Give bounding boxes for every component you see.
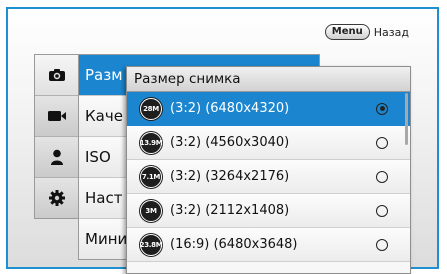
tab-video[interactable] (35, 96, 79, 137)
size-option-label: (3:2) (3264x2176) (170, 169, 290, 184)
menu-key-icon: Menu (324, 24, 370, 40)
size-option[interactable]: 28M (3:2) (6480x4320) (127, 92, 410, 126)
video-camera-icon (48, 111, 66, 121)
tab-photo[interactable] (35, 55, 79, 96)
back-hint[interactable]: Menu Назад (324, 24, 409, 40)
category-tabs (34, 54, 79, 219)
size-option-label: (16:9) (6480x3648) (170, 237, 298, 252)
back-label: Назад (373, 25, 409, 39)
megapixel-badge-icon: 23.8M (140, 233, 163, 256)
radio-selected-icon[interactable] (376, 102, 388, 115)
size-option[interactable]: 7.1M (3:2) (3264x2176) (127, 160, 410, 194)
tab-user[interactable] (35, 137, 79, 178)
megapixel-badge-icon: 13.9M (140, 131, 163, 154)
person-icon (51, 149, 63, 165)
megapixel-badge-icon: 28M (140, 97, 162, 120)
radio-icon[interactable] (376, 204, 388, 217)
tab-settings[interactable] (35, 178, 79, 218)
megapixel-badge-icon: 3M (140, 199, 162, 222)
size-option[interactable]: 23.8M (16:9) (6480x3648) (127, 228, 410, 262)
image-size-popup: Размер снимка 28M (3:2) (6480x4320) 13.9… (126, 66, 411, 274)
size-option-label: (3:2) (2112x1408) (170, 203, 290, 218)
size-option[interactable]: 13.9M (3:2) (4560x3040) (127, 126, 410, 160)
popup-scrollbar[interactable] (405, 93, 408, 145)
radio-icon[interactable] (376, 170, 388, 183)
megapixel-badge-icon: 7.1M (140, 165, 162, 188)
size-option-label: (3:2) (4560x3040) (170, 135, 290, 150)
size-option-label: (3:2) (6480x4320) (170, 101, 290, 116)
size-option[interactable]: 3M (3:2) (2112x1408) (127, 194, 410, 228)
popup-title: Размер снимка (127, 67, 410, 92)
camera-icon (49, 69, 65, 81)
gear-icon (49, 190, 65, 206)
radio-icon[interactable] (376, 238, 388, 251)
radio-icon[interactable] (376, 136, 388, 149)
